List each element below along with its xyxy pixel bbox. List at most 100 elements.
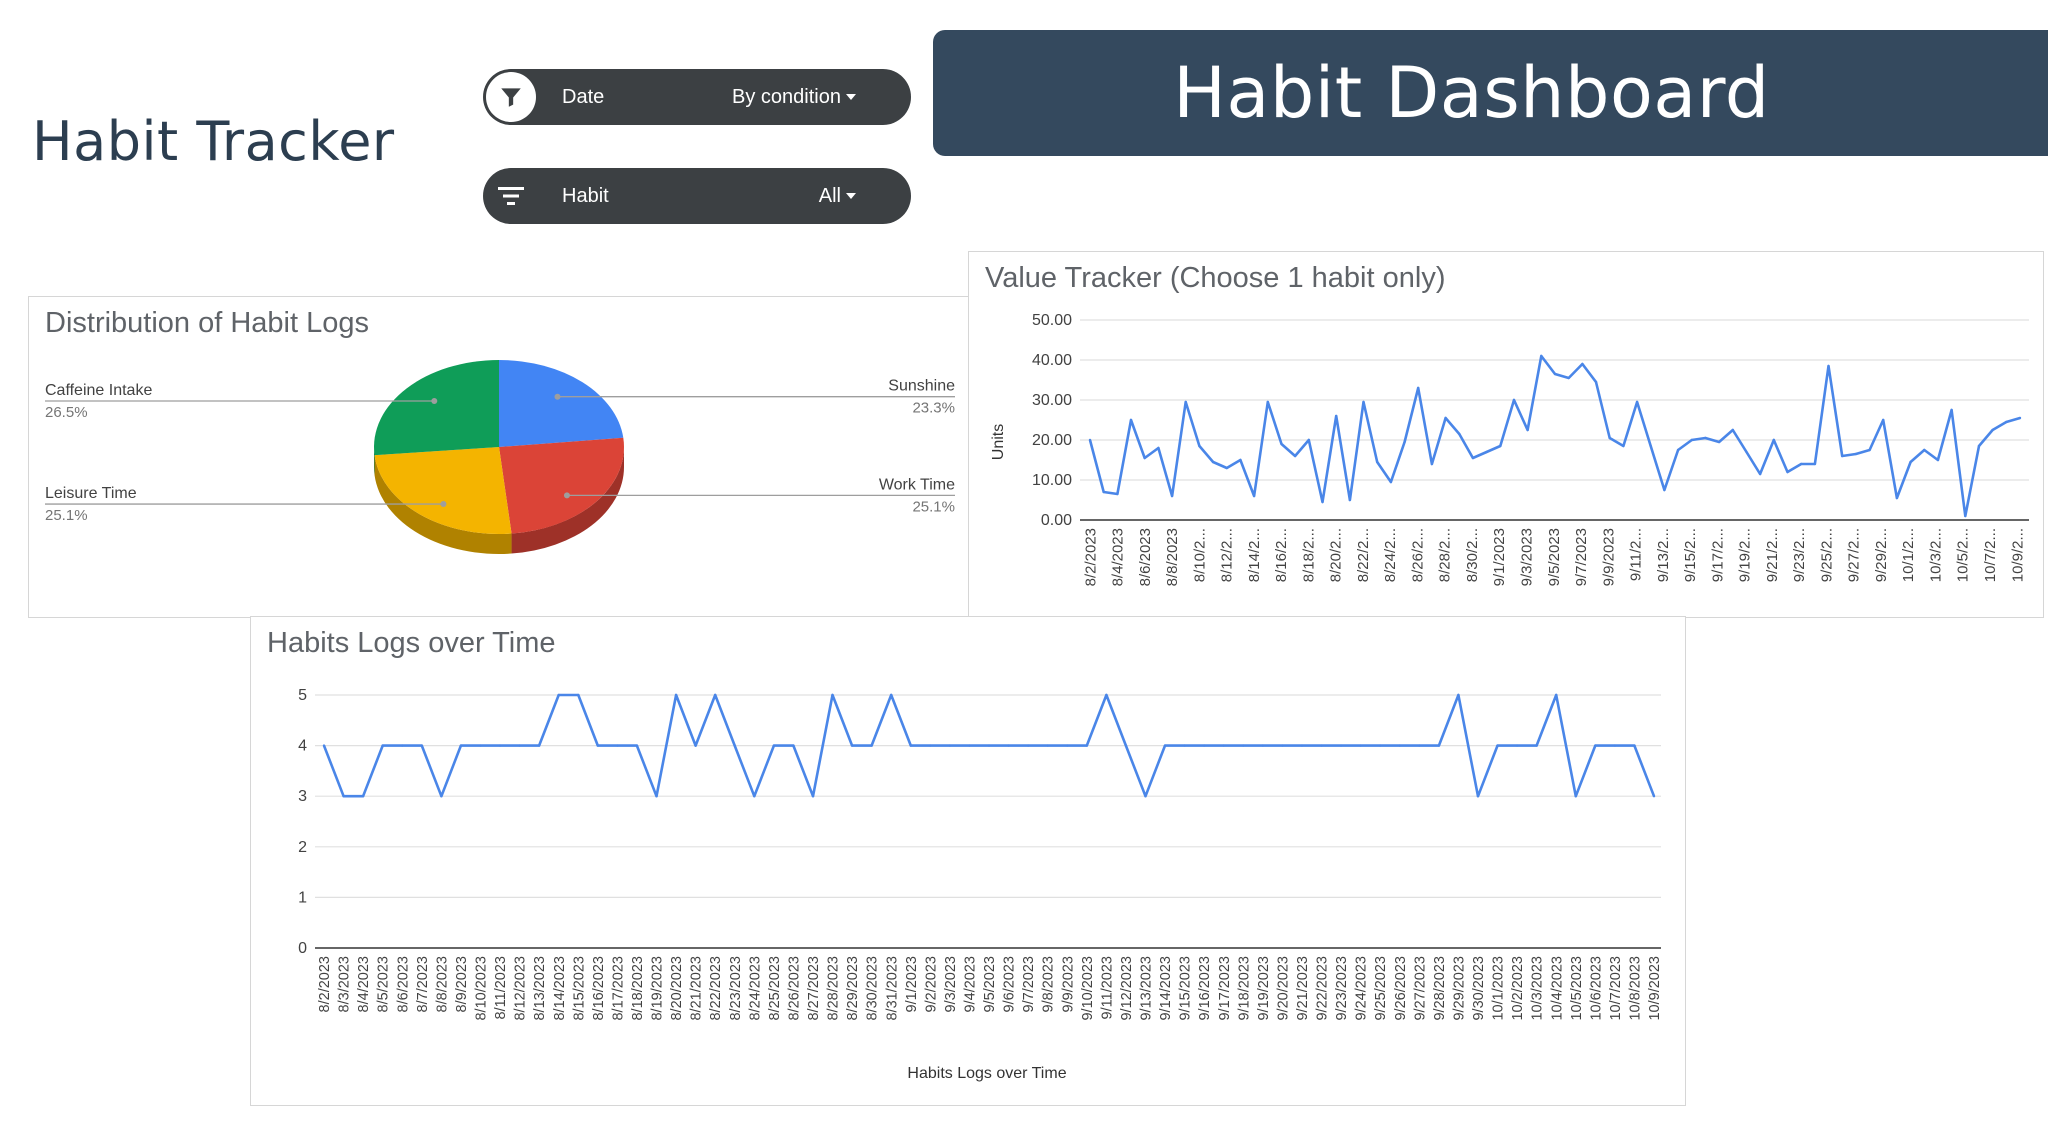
data-point xyxy=(1676,448,1680,452)
x-tick-label: 8/4/2023 xyxy=(356,956,372,1012)
x-tick-label: 9/22/2023 xyxy=(1315,956,1331,1021)
data-point xyxy=(1359,744,1362,747)
x-tick-label: 8/2/2023 xyxy=(1082,528,1099,586)
filter-funnel-icon xyxy=(486,72,536,122)
x-tick-label: 8/27/2023 xyxy=(806,956,822,1021)
data-point xyxy=(1170,494,1174,498)
x-tick-label: 8/18/2023 xyxy=(630,956,646,1021)
filter-lines-icon xyxy=(486,171,536,221)
data-point xyxy=(968,744,971,747)
habit-filter-value[interactable]: All xyxy=(819,185,841,208)
y-tick-label: 2 xyxy=(298,839,307,856)
x-tick-label: 8/10/2... xyxy=(1191,528,1208,582)
pie-slice-label: Leisure Time xyxy=(45,485,137,502)
data-point xyxy=(1046,744,1049,747)
x-tick-label: 9/18/2023 xyxy=(1236,956,1252,1021)
pie-leader-dot xyxy=(440,501,447,508)
data-point xyxy=(674,693,678,697)
data-point xyxy=(1540,354,1543,358)
x-tick-label: 10/1/2023 xyxy=(1491,956,1507,1021)
data-point xyxy=(1758,472,1762,476)
x-tick-label: 9/13/2... xyxy=(1655,528,1672,582)
data-point xyxy=(381,744,384,747)
x-tick-label: 9/25/2... xyxy=(1818,528,1835,582)
x-tick-label: 8/26/2... xyxy=(1409,528,1426,582)
habit-filter-control[interactable]: Habit All xyxy=(483,168,911,224)
x-tick-label: 8/20/2023 xyxy=(669,956,685,1021)
habit-filter-label: Habit xyxy=(562,184,609,207)
x-tick-label: 8/22/2... xyxy=(1355,528,1372,582)
x-tick-label: 9/15/2023 xyxy=(1178,956,1194,1021)
data-point xyxy=(1923,448,1926,452)
pie-slice-percent: 26.5% xyxy=(45,404,88,421)
data-point xyxy=(831,693,834,697)
data-point xyxy=(1622,444,1625,448)
data-point xyxy=(1594,744,1597,747)
data-point xyxy=(1183,744,1186,747)
data-point xyxy=(1613,744,1617,747)
x-tick-label: 9/9/2023 xyxy=(1600,528,1617,586)
data-point xyxy=(1320,744,1323,747)
data-point xyxy=(929,744,932,747)
x-tick-label: 9/12/2023 xyxy=(1119,956,1135,1021)
data-point xyxy=(1198,444,1201,448)
data-point xyxy=(1745,450,1748,454)
x-tick-label: 8/28/2... xyxy=(1437,528,1454,582)
data-point xyxy=(1321,500,1324,504)
data-point xyxy=(1252,494,1256,498)
data-point xyxy=(1105,693,1108,697)
value-tracker-chart: 0.00 10.00 20.00 30.00 40.00 50.00 8/2/2023 8/4… xyxy=(990,312,2029,586)
data-point xyxy=(1964,514,1967,518)
data-point xyxy=(811,795,815,798)
pie-slice-label: Sunshine xyxy=(888,378,955,395)
x-tick-label: 9/16/2023 xyxy=(1197,956,1213,1021)
data-point xyxy=(1633,744,1636,747)
x-tick-label: 8/24/2023 xyxy=(747,956,763,1021)
date-filter-value[interactable]: By condition xyxy=(732,86,841,109)
data-point xyxy=(1512,398,1516,402)
data-point xyxy=(1496,744,1499,747)
y-tick-label: 5 xyxy=(298,687,307,704)
data-point xyxy=(1868,448,1871,452)
x-tick-label: 8/16/2023 xyxy=(591,956,607,1021)
data-point xyxy=(1786,470,1789,474)
x-tick-label: 10/9/2023 xyxy=(1647,956,1663,1021)
data-point xyxy=(1977,444,1981,448)
x-tick-label: 8/19/2023 xyxy=(650,956,666,1021)
x-tick-label: 9/28/2023 xyxy=(1432,956,1448,1021)
x-tick-label: 8/10/2023 xyxy=(474,956,490,1021)
data-point xyxy=(1222,744,1225,747)
data-point xyxy=(1717,440,1721,444)
x-tick-label: 9/23/2... xyxy=(1791,528,1808,582)
data-point xyxy=(850,744,854,747)
x-tick-label: 8/6/2023 xyxy=(1137,528,1154,586)
date-filter-label: Date xyxy=(562,85,605,108)
data-point xyxy=(420,744,423,747)
y-tick-label: 1 xyxy=(298,889,307,906)
data-point xyxy=(1476,795,1480,798)
data-point xyxy=(1515,744,1519,747)
data-point xyxy=(1088,438,1092,442)
date-filter-control[interactable]: Date By condition xyxy=(483,69,911,125)
data-point xyxy=(1950,408,1953,412)
data-point xyxy=(713,693,717,697)
data-point xyxy=(1731,428,1734,432)
x-tick-label: 10/5/2023 xyxy=(1569,956,1585,1021)
data-point xyxy=(479,744,482,747)
x-tick-label: 8/6/2023 xyxy=(395,956,411,1012)
x-tick-label: 10/3/2... xyxy=(1927,528,1944,582)
data-point xyxy=(1635,400,1639,404)
data-point xyxy=(1280,442,1283,446)
data-point xyxy=(1499,444,1502,448)
data-point xyxy=(1485,450,1488,454)
x-tick-label: 10/6/2023 xyxy=(1588,956,1604,1021)
data-point xyxy=(557,693,560,697)
x-tick-label: 10/5/2... xyxy=(1955,528,1972,582)
data-point xyxy=(1376,460,1379,464)
x-tick-label: 8/17/2023 xyxy=(610,956,626,1021)
data-point xyxy=(1116,492,1119,496)
y-tick-label: 30.00 xyxy=(1032,392,1072,409)
x-tick-label: 8/23/2023 xyxy=(728,956,744,1021)
pie-slice-percent: 25.1% xyxy=(912,498,955,515)
x-tick-label: 10/3/2023 xyxy=(1530,956,1546,1021)
